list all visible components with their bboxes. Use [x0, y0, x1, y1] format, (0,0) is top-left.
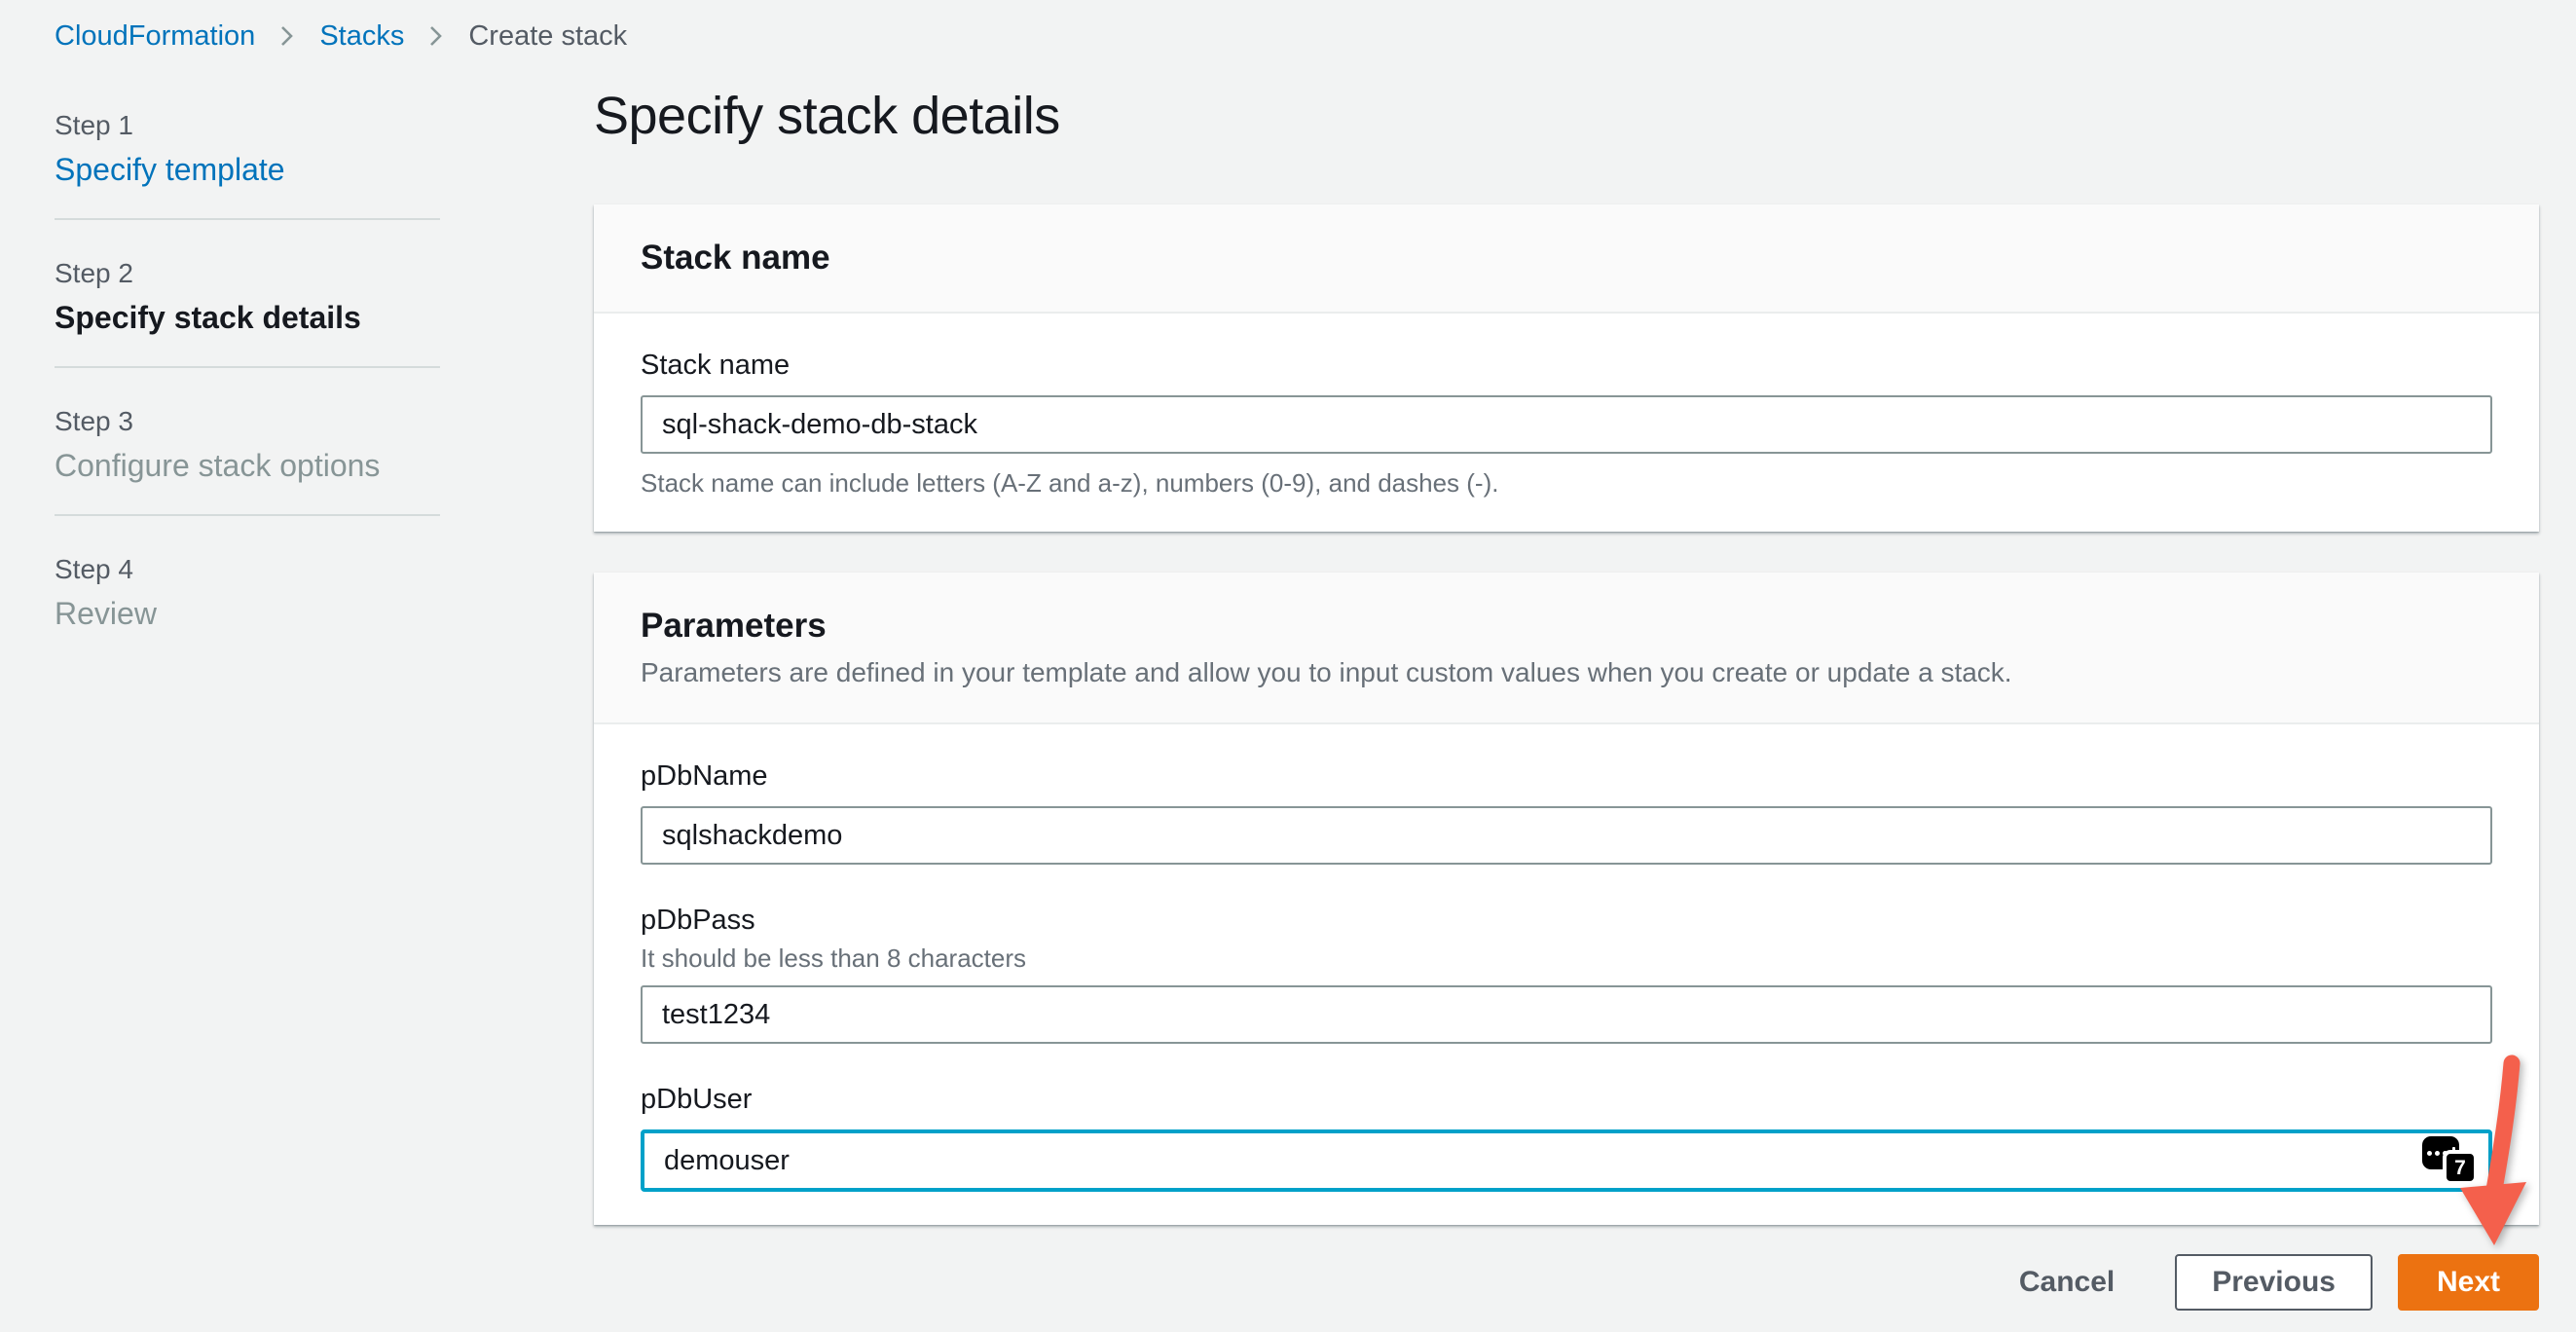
stack-name-card-body: Stack name Stack name can include letter…	[594, 314, 2539, 532]
breadcrumb: CloudFormation Stacks Create stack	[55, 14, 627, 58]
step-divider	[55, 366, 440, 368]
pdbuser-input-wrap: 7	[641, 1129, 2492, 1192]
stack-name-label: Stack name	[641, 349, 2492, 382]
parameters-card-body: pDbName pDbPass It should be less than 8…	[594, 724, 2539, 1225]
parameters-card-description: Parameters are defined in your template …	[641, 656, 2492, 689]
parameters-card: Parameters Parameters are defined in you…	[594, 573, 2539, 1225]
breadcrumb-stacks-link[interactable]: Stacks	[319, 20, 404, 53]
next-button[interactable]: Next	[2398, 1254, 2539, 1311]
step-2-title-specify-stack-details: Specify stack details	[55, 298, 440, 337]
pdbpass-input[interactable]	[641, 985, 2492, 1044]
step-4-title-review: Review	[55, 594, 440, 633]
step-1-title-specify-template[interactable]: Specify template	[55, 150, 440, 189]
step-2: Step 2 Specify stack details	[55, 257, 440, 337]
pdbuser-input[interactable]	[641, 1129, 2492, 1192]
wizard-footer-actions: Cancel Previous Next	[594, 1254, 2539, 1311]
pdbpass-field: pDbPass It should be less than 8 charact…	[641, 904, 2492, 1044]
step-3: Step 3 Configure stack options	[55, 405, 440, 485]
step-4-label: Step 4	[55, 553, 440, 586]
stack-name-hint: Stack name can include letters (A-Z and …	[641, 467, 2492, 499]
pdbpass-hint: It should be less than 8 characters	[641, 943, 2492, 974]
stack-name-card-header: Stack name	[594, 204, 2539, 314]
cancel-button[interactable]: Cancel	[2019, 1254, 2115, 1311]
stack-name-field: Stack name Stack name can include letter…	[641, 349, 2492, 499]
pdbuser-label: pDbUser	[641, 1083, 2492, 1116]
steps-sidebar: Step 1 Specify template Step 2 Specify s…	[55, 109, 440, 633]
breadcrumb-cloudformation-link[interactable]: CloudFormation	[55, 20, 255, 53]
stack-name-card-title: Stack name	[641, 238, 2492, 278]
parameters-card-title: Parameters	[641, 606, 2492, 647]
parameters-card-header: Parameters Parameters are defined in you…	[594, 573, 2539, 724]
pdbuser-field: pDbUser 7	[641, 1083, 2492, 1192]
step-1-label: Step 1	[55, 109, 440, 142]
main-content: Specify stack details Stack name Stack n…	[594, 0, 2539, 1332]
step-1: Step 1 Specify template	[55, 109, 440, 189]
pdbname-field: pDbName	[641, 759, 2492, 865]
stack-name-input[interactable]	[641, 395, 2492, 454]
step-divider	[55, 218, 440, 220]
step-4: Step 4 Review	[55, 553, 440, 633]
password-manager-badge: 7	[2443, 1150, 2478, 1185]
pdbname-input[interactable]	[641, 806, 2492, 865]
step-3-title-configure-stack-options: Configure stack options	[55, 446, 440, 485]
chevron-right-icon	[425, 23, 447, 49]
step-divider	[55, 514, 440, 516]
password-manager-icon[interactable]: 7	[2422, 1136, 2475, 1185]
step-3-label: Step 3	[55, 405, 440, 438]
page-title: Specify stack details	[594, 86, 1060, 146]
step-2-label: Step 2	[55, 257, 440, 290]
previous-button[interactable]: Previous	[2175, 1254, 2373, 1311]
pdbname-label: pDbName	[641, 759, 2492, 793]
pdbpass-label: pDbPass	[641, 904, 2492, 937]
stack-name-card: Stack name Stack name Stack name can inc…	[594, 204, 2539, 532]
chevron-right-icon	[276, 23, 298, 49]
